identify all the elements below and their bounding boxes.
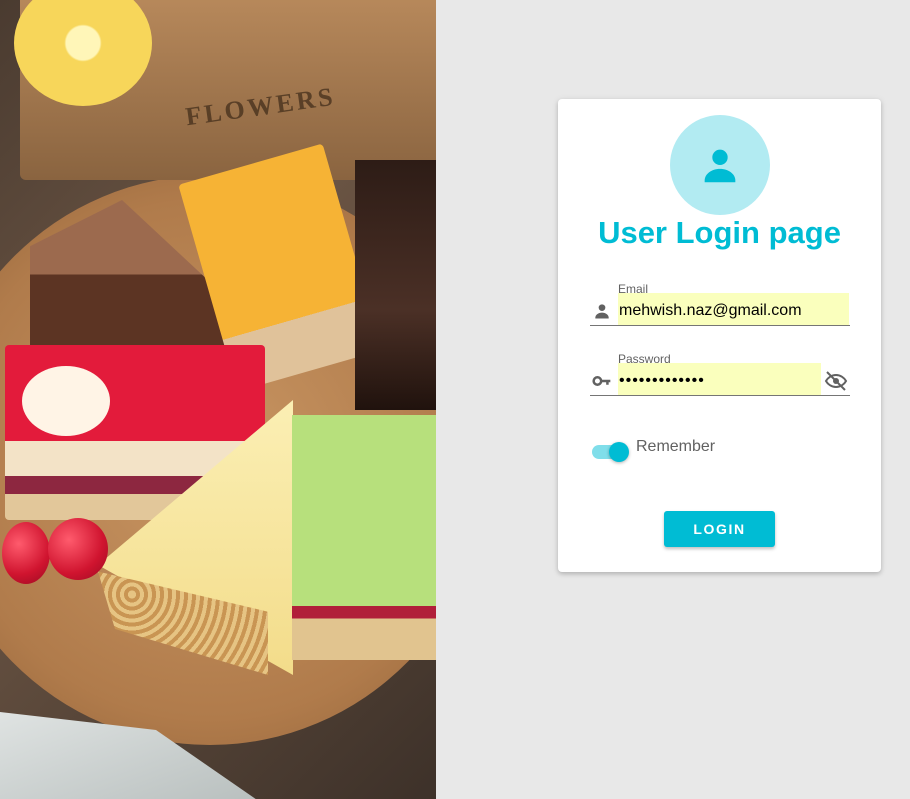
toggle-thumb — [609, 442, 629, 462]
remember-toggle[interactable] — [592, 441, 630, 463]
eye-off-icon[interactable] — [824, 369, 848, 393]
login-button[interactable]: LOGIN — [664, 511, 775, 547]
dark-cake-slice — [355, 160, 436, 410]
raspberry — [2, 522, 50, 584]
person-icon — [704, 149, 736, 183]
email-input[interactable] — [618, 293, 849, 325]
page-title: User Login page — [598, 215, 841, 250]
cake-badge — [22, 366, 110, 436]
password-row — [590, 363, 850, 396]
key-icon — [592, 376, 611, 386]
person-icon — [595, 304, 609, 319]
raspberry — [48, 518, 108, 580]
pistachio-cake-slice — [292, 415, 436, 660]
password-input[interactable] — [618, 363, 821, 395]
remember-label: Remember — [636, 438, 716, 455]
login-card: User Login page Email Password — [558, 99, 881, 572]
hero-image: FLOWERS — [0, 0, 436, 799]
avatar — [670, 115, 770, 215]
email-row — [590, 293, 850, 326]
